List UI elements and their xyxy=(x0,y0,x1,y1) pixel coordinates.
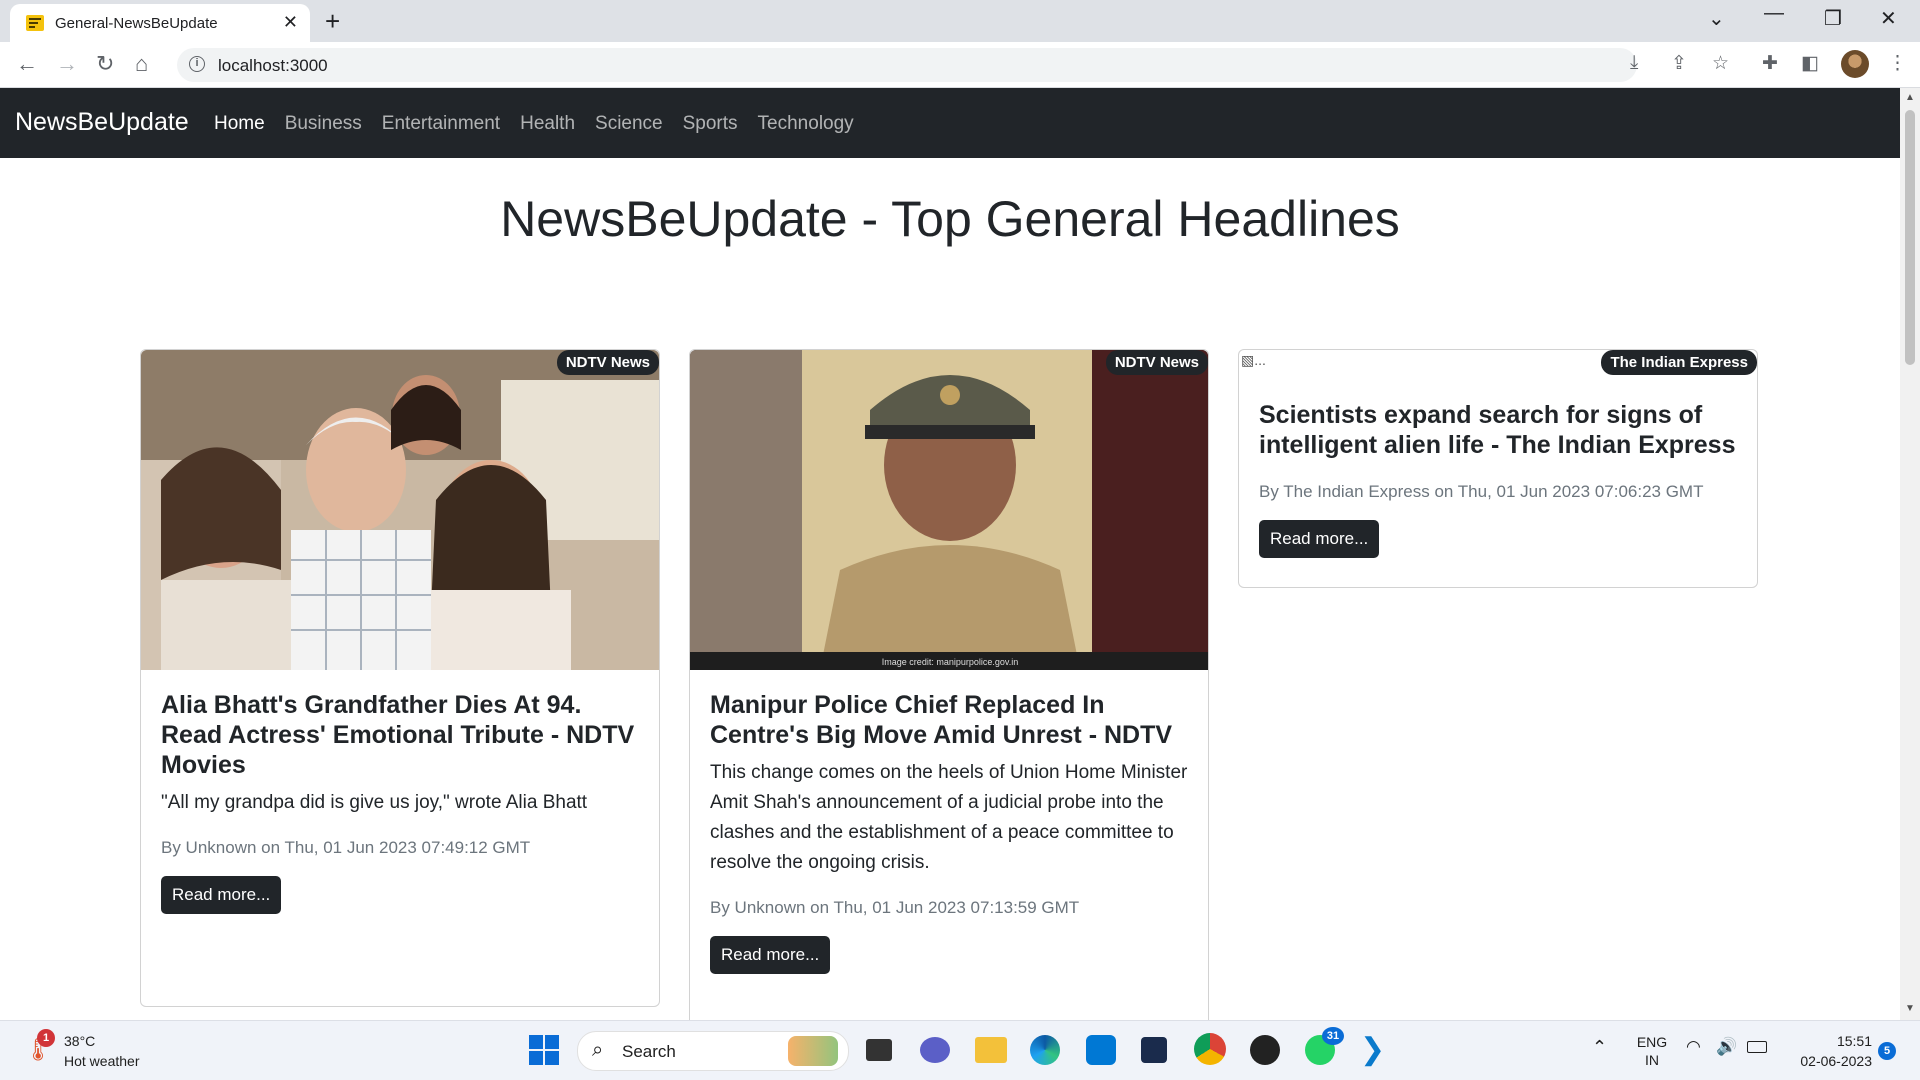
task-view-icon[interactable] xyxy=(866,1039,892,1061)
search-label: Search xyxy=(622,1042,676,1061)
show-hidden-icons-icon[interactable]: ⌃ xyxy=(1592,1037,1607,1058)
page-title: NewsBeUpdate - Top General Headlines xyxy=(500,191,1400,247)
share-icon[interactable]: ⇪ xyxy=(1671,52,1687,75)
navbar-brand[interactable]: NewsBeUpdate xyxy=(15,108,189,137)
restore-icon[interactable]: ❐ xyxy=(1824,6,1842,31)
article-description: This change comes on the heels of Union … xyxy=(710,762,1188,873)
clock-time: 15:51 xyxy=(1836,1033,1872,1049)
home-icon[interactable]: ⌂ xyxy=(135,51,148,77)
wifi-icon[interactable]: ◠ xyxy=(1686,1037,1701,1057)
read-more-button[interactable]: Read more... xyxy=(1259,520,1380,558)
nav-link-business[interactable]: Business xyxy=(285,113,362,135)
url-text: localhost:3000 xyxy=(218,56,328,75)
source-badge: NDTV News xyxy=(1105,350,1208,375)
news-card-image: Image credit: manipurpolice.gov.in NDTV … xyxy=(690,350,1208,670)
scroll-thumb[interactable] xyxy=(1905,110,1915,365)
chrome-taskbar-icon[interactable] xyxy=(1194,1033,1226,1065)
broken-image-icon: ▧... xyxy=(1241,352,1266,368)
source-badge: NDTV News xyxy=(556,350,659,375)
teams-chat-icon[interactable] xyxy=(920,1037,950,1063)
weather-temp: 38°C xyxy=(64,1033,96,1049)
site-navbar: NewsBeUpdate Home Business Entertainment… xyxy=(0,88,1900,158)
page-scrollbar[interactable]: ▲ ▼ xyxy=(1900,88,1920,1020)
new-tab-icon[interactable]: + xyxy=(325,6,340,37)
windows-start-icon[interactable] xyxy=(529,1035,559,1065)
news-favicon-icon xyxy=(26,15,44,31)
vscode-icon[interactable]: ❯ xyxy=(1360,1035,1385,1065)
source-badge: The Indian Express xyxy=(1601,350,1757,375)
nav-link-science[interactable]: Science xyxy=(595,113,663,135)
chrome-menu-icon[interactable]: ⋮ xyxy=(1888,52,1907,75)
read-more-button[interactable]: Read more... xyxy=(161,876,282,914)
browser-tab[interactable]: General-NewsBeUpdate ✕ xyxy=(10,4,310,42)
language-code: ENG xyxy=(1636,1034,1668,1050)
article-title: Manipur Police Chief Replaced In Centre'… xyxy=(710,691,1173,749)
card-body: Manipur Police Chief Replaced In Centre'… xyxy=(710,690,1188,974)
extensions-icon[interactable]: ✚ xyxy=(1762,52,1778,75)
news-card: ▧... The Indian Express Scientists expan… xyxy=(1238,349,1758,588)
store-app-icon[interactable] xyxy=(1086,1035,1116,1065)
browser-tabstrip: General-NewsBeUpdate ✕ + ⌄ — ❐ ✕ xyxy=(0,0,1920,42)
article-meta: By Unknown on Thu, 01 Jun 2023 07:49:12 … xyxy=(161,838,531,857)
media-player-icon[interactable] xyxy=(1250,1035,1280,1065)
search-highlight-icon xyxy=(788,1036,838,1066)
nav-link-health[interactable]: Health xyxy=(520,113,575,135)
minimize-icon[interactable]: — xyxy=(1764,2,1784,25)
news-card-image: NDTV News xyxy=(141,350,659,670)
install-app-icon[interactable]: ⤓ xyxy=(1630,52,1638,74)
profile-avatar[interactable] xyxy=(1841,50,1869,78)
browser-toolbar: ← → ↻ ⌂ i localhost:3000 ⤓ ⇪ ☆ ✚ ◧ ⋮ xyxy=(0,42,1920,88)
news-card: NDTV News Alia Bhatt's Grandfather Dies … xyxy=(140,349,660,1007)
bookmark-star-icon[interactable]: ☆ xyxy=(1712,52,1729,75)
taskbar-search-box[interactable]: ⌕ Search xyxy=(577,1031,849,1071)
article-title: Alia Bhatt's Grandfather Dies At 94. Rea… xyxy=(161,691,635,779)
language-region: IN xyxy=(1645,1052,1659,1068)
input-language[interactable]: ENG IN xyxy=(1634,1033,1670,1069)
nav-link-entertainment[interactable]: Entertainment xyxy=(382,113,500,135)
article-meta: By Unknown on Thu, 01 Jun 2023 07:13:59 … xyxy=(710,898,1080,917)
scroll-down-icon[interactable]: ▼ xyxy=(1905,1003,1915,1014)
news-card: Image credit: manipurpolice.gov.in NDTV … xyxy=(689,349,1209,1020)
whatsapp-icon[interactable]: 31 xyxy=(1305,1027,1344,1065)
close-tab-icon[interactable]: ✕ xyxy=(283,12,298,33)
side-panel-icon[interactable]: ◧ xyxy=(1801,52,1819,75)
article-title: Scientists expand search for signs of in… xyxy=(1259,401,1736,459)
weather-desc: Hot weather xyxy=(64,1053,140,1069)
weather-alert-badge: 1 xyxy=(37,1029,55,1047)
clock-date: 02-06-2023 xyxy=(1800,1053,1872,1069)
window-close-icon[interactable]: ✕ xyxy=(1880,6,1897,31)
windows-taskbar: 🌡 1 38°C Hot weather ⌕ Search 31 ❯ ⌃ ENG… xyxy=(0,1020,1920,1080)
page-viewport: NewsBeUpdate Home Business Entertainment… xyxy=(0,88,1900,1020)
nav-link-technology[interactable]: Technology xyxy=(758,113,854,135)
family-photo-image xyxy=(141,350,659,670)
battery-icon[interactable] xyxy=(1747,1041,1767,1053)
search-icon: ⌕ xyxy=(592,1039,604,1061)
forward-icon[interactable]: → xyxy=(56,51,78,77)
card-body: Alia Bhatt's Grandfather Dies At 94. Rea… xyxy=(161,690,639,914)
address-bar[interactable]: i localhost:3000 xyxy=(177,48,1637,82)
app-w-icon[interactable] xyxy=(1141,1037,1167,1063)
whatsapp-badge: 31 xyxy=(1322,1027,1344,1045)
edge-browser-icon[interactable] xyxy=(1030,1035,1060,1065)
article-meta: By The Indian Express on Thu, 01 Jun 202… xyxy=(1259,482,1704,501)
police-chief-photo-image: Image credit: manipurpolice.gov.in xyxy=(690,350,1208,670)
site-info-icon[interactable]: i xyxy=(189,56,205,72)
back-icon[interactable]: ← xyxy=(16,51,38,77)
volume-icon[interactable]: 🔊 xyxy=(1716,1037,1737,1057)
tab-title: General-NewsBeUpdate xyxy=(55,15,218,32)
article-description: "All my grandpa did is give us joy," wro… xyxy=(161,792,588,813)
file-explorer-icon[interactable] xyxy=(975,1037,1007,1063)
nav-link-home[interactable]: Home xyxy=(214,113,265,135)
scroll-up-icon[interactable]: ▲ xyxy=(1905,92,1915,103)
image-credit-text: Image credit: manipurpolice.gov.in xyxy=(882,657,1018,667)
reload-icon[interactable]: ↻ xyxy=(96,51,114,77)
tab-search-chevron-icon[interactable]: ⌄ xyxy=(1708,6,1725,31)
navbar-links: Home Business Entertainment Health Scien… xyxy=(214,113,874,135)
card-body: Scientists expand search for signs of in… xyxy=(1259,400,1737,558)
nav-link-sports[interactable]: Sports xyxy=(683,113,738,135)
clock[interactable]: 15:51 02-06-2023 xyxy=(1776,1031,1872,1071)
read-more-button[interactable]: Read more... xyxy=(710,936,831,974)
notification-badge[interactable]: 5 xyxy=(1878,1042,1896,1060)
